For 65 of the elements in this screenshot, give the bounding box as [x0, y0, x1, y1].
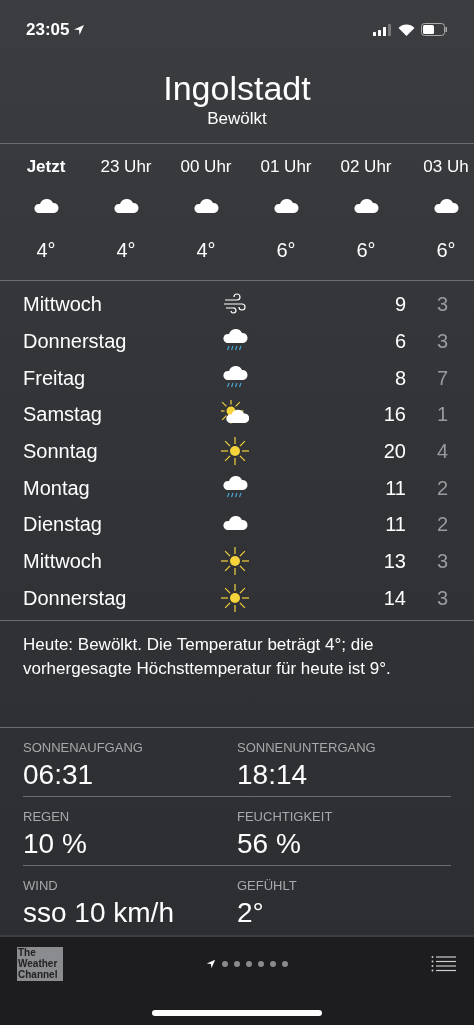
low-temperature: 3	[435, 549, 449, 575]
hour-label: 02 Uhr	[340, 155, 392, 178]
day-name: Montag	[23, 475, 91, 501]
low-temperature: 4	[435, 439, 449, 464]
day-name: Samstag	[23, 402, 103, 428]
detail-value: 10 %	[23, 826, 88, 861]
city-name: Ingolstadt	[163, 68, 311, 108]
list-icon[interactable]	[431, 956, 457, 973]
day-name: Donnerstag	[23, 585, 128, 611]
low-temperature: 3	[435, 585, 449, 611]
detail-label: REGEN	[23, 808, 71, 827]
detail-value: 2°	[237, 895, 265, 930]
low-temperature: 3	[435, 292, 449, 318]
sun-icon	[221, 547, 249, 576]
detail-label: WIND	[23, 877, 59, 896]
hour-temperature: 6°	[356, 238, 376, 264]
detail-value: 56 %	[237, 826, 302, 861]
day-name: Mittwoch	[23, 292, 103, 318]
day-name: Dienstag	[23, 512, 103, 538]
detail-label: SONNENAUFGANG	[23, 739, 144, 758]
low-temperature: 3	[435, 328, 449, 354]
high-temperature: 8	[393, 365, 406, 391]
wifi-icon	[398, 24, 415, 36]
hour-temperature: 6°	[436, 238, 456, 264]
location-arrow-icon	[73, 24, 86, 36]
detail-label: FEUCHTIGKEIT	[237, 808, 334, 827]
sun-icon	[221, 583, 249, 612]
detail-value: 18:14	[237, 757, 309, 792]
high-temperature: 16	[382, 402, 406, 428]
detail-label: SONNENUNTERGANG	[237, 739, 377, 758]
hour-temperature: 6°	[276, 238, 296, 264]
day-name: Freitag	[23, 365, 87, 391]
location-arrow-icon[interactable]	[206, 959, 216, 970]
high-temperature: 11	[384, 512, 406, 538]
high-temperature: 11	[384, 475, 406, 501]
hour-temperature: 4°	[36, 238, 56, 264]
high-temperature: 6	[393, 328, 406, 354]
hour-label: Jetzt	[26, 155, 66, 178]
hour-temperature: 4°	[196, 238, 216, 264]
detail-value: 06:31	[23, 757, 95, 792]
day-name: Donnerstag	[23, 328, 128, 354]
high-temperature: 20	[382, 439, 406, 464]
hour-label: 03 Uh	[423, 155, 469, 178]
low-temperature: 7	[435, 365, 449, 391]
forecast-summary: Heute: Bewölkt. Die Temperatur beträgt 4°; die vorhergesagte Höchsttemperatur für heute ist 9°.	[23, 634, 392, 681]
hour-label: 00 Uhr	[180, 155, 232, 178]
detail-label: GEFÜHLT	[237, 877, 298, 896]
high-temperature: 14	[382, 585, 406, 611]
sun-icon	[221, 437, 249, 465]
day-name: Mittwoch	[23, 549, 103, 575]
low-temperature: 1	[435, 402, 449, 428]
day-name: Sonntag	[23, 439, 99, 464]
weather-channel-logo[interactable]: The Weather Channel	[17, 947, 63, 982]
status-time: 23:05	[26, 19, 70, 42]
high-temperature: 13	[382, 549, 406, 575]
high-temperature: 9	[393, 292, 406, 318]
low-temperature: 2	[435, 512, 449, 538]
detail-value: sso 10 km/h	[23, 895, 175, 930]
hour-temperature: 4°	[116, 238, 136, 264]
hour-label: 01 Uhr	[260, 155, 312, 178]
signal-icon	[373, 24, 392, 36]
hour-label: 23 Uhr	[100, 155, 152, 178]
battery-icon	[421, 23, 448, 37]
low-temperature: 2	[435, 475, 449, 501]
condition-text: Bewölkt	[207, 108, 267, 130]
